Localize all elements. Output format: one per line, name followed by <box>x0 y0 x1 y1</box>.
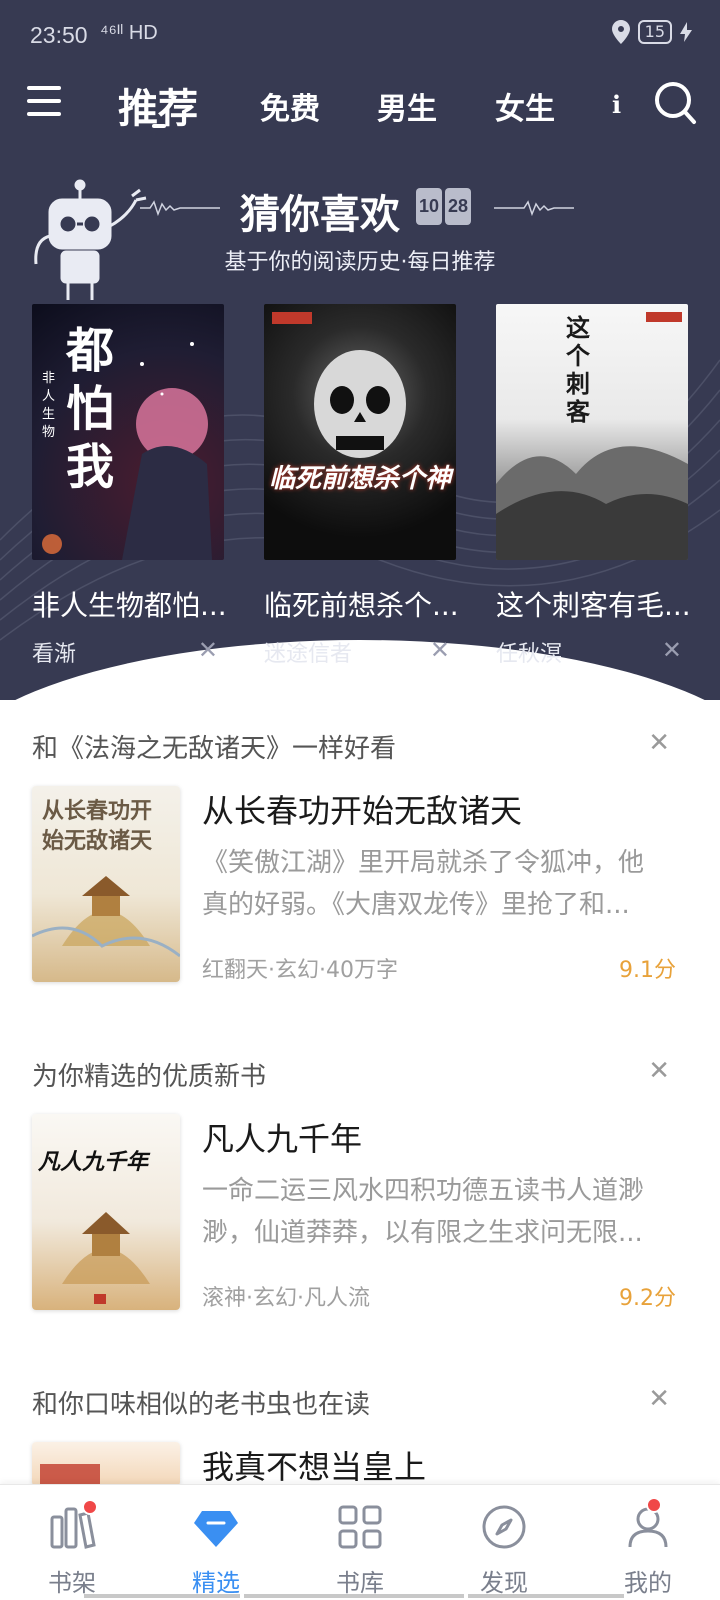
status-time: 23:50 <box>30 22 88 48</box>
book-title[interactable]: 我真不想当皇上 <box>202 1442 426 1488</box>
guess-book-card[interactable]: 这个刺客 这个刺客有毛... 任秋溟 ✕ <box>496 304 688 667</box>
book-cover[interactable]: 这个刺客 <box>496 304 688 560</box>
book-cover[interactable]: 临死前想杀个神 <box>264 304 456 560</box>
cover-art <box>42 342 212 560</box>
book-author: 迷途信者 <box>264 642 353 667</box>
cover-title: 从长春功开始无敌诸天 <box>42 798 153 854</box>
book-cover[interactable]: 从长春功开始无敌诸天 <box>32 786 180 982</box>
status-bar: 23:50 ⁴⁶ᴵˡ HD 15 <box>0 0 720 72</box>
book-author: 任秋溟 <box>496 642 563 667</box>
cover-title: 这个刺客 <box>566 313 590 426</box>
menu-icon[interactable] <box>27 86 61 118</box>
grid-icon <box>338 1505 382 1549</box>
cover-title: 都怕我 <box>66 323 115 495</box>
location-icon <box>611 20 630 44</box>
close-icon[interactable]: ✕ <box>648 728 670 758</box>
book-meta: 红翻天·玄幻·40万字 <box>202 958 398 983</box>
tab-label: 书库 <box>336 1569 384 1597</box>
tab-discover[interactable]: 发现 <box>432 1485 576 1600</box>
wave-right-icon <box>494 200 574 217</box>
book-meta: 滚神·玄幻·凡人流 <box>202 1286 370 1311</box>
top-nav: 推荐 免费 男生 女生 i <box>0 72 720 136</box>
section-header: 和你口味相似的老书虫也在读 <box>32 1390 371 1420</box>
book-cover[interactable]: 凡人九千年 <box>32 1114 180 1310</box>
book-author-row: 看渐 ✕ <box>32 636 224 667</box>
status-right: 15 <box>611 20 692 44</box>
book-cover[interactable] <box>32 1442 180 1486</box>
book-author-row: 迷途信者 ✕ <box>264 636 456 667</box>
section-header: 和《法海之无敌诸天》一样好看 <box>32 734 397 764</box>
search-icon[interactable] <box>653 80 697 126</box>
tab-label: 精选 <box>192 1569 240 1597</box>
tab-profile[interactable]: 我的 <box>576 1485 720 1600</box>
book-author-row: 任秋溟 ✕ <box>496 636 688 667</box>
book-cover[interactable]: 都怕我 非人生物 <box>32 304 224 560</box>
badge-dot <box>82 1499 98 1515</box>
section-header: 为你精选的优质新书 <box>32 1062 267 1092</box>
tab-featured[interactable]: 精选 <box>144 1485 288 1600</box>
close-icon[interactable]: ✕ <box>430 636 450 664</box>
book-description: 一命二运三风水四积功德五读书人道渺 渺，仙道莽莽，以有限之生求问无限... <box>202 1170 682 1254</box>
close-icon[interactable]: ✕ <box>198 636 218 664</box>
close-icon[interactable]: ✕ <box>662 636 682 664</box>
guess-book-card[interactable]: 临死前想杀个神 临死前想杀个... 迷途信者 ✕ <box>264 304 456 667</box>
book-score: 9.1分 <box>619 958 676 983</box>
tab-more[interactable]: i <box>612 90 621 119</box>
desc-line: 渺，仙道莽莽，以有限之生求问无限... <box>202 1218 643 1248</box>
tab-label: 我的 <box>624 1569 672 1597</box>
book-title[interactable]: 这个刺客有毛... <box>496 584 688 624</box>
close-icon[interactable]: ✕ <box>648 1056 670 1086</box>
tab-library[interactable]: 书库 <box>288 1485 432 1600</box>
close-icon[interactable]: ✕ <box>648 1384 670 1414</box>
cover-art <box>272 312 406 458</box>
home-indicator <box>468 1594 624 1598</box>
tab-label: 发现 <box>480 1569 528 1597</box>
desc-line: 真的好弱。《大唐双龙传》里抢了和... <box>202 890 630 920</box>
home-indicator <box>84 1594 240 1598</box>
guess-subtitle: 基于你的阅读历史·每日推荐 <box>224 250 496 275</box>
book-score: 9.2分 <box>619 1286 676 1311</box>
book-author: 看渐 <box>32 642 77 667</box>
badge-dot <box>646 1497 662 1513</box>
bottom-tab-bar: 书架 精选 书库 发现 我的 <box>0 1484 720 1600</box>
battery-indicator: 15 <box>637 20 672 44</box>
book-title[interactable]: 凡人九千年 <box>202 1114 362 1160</box>
desc-line: 一命二运三风水四积功德五读书人道渺 <box>202 1176 645 1206</box>
tab-bookshelf[interactable]: 书架 <box>0 1485 144 1600</box>
cover-title: 临死前想杀个神 <box>268 464 451 494</box>
diamond-icon <box>194 1511 238 1547</box>
date-month: 10 <box>416 188 443 225</box>
home-indicator <box>244 1594 464 1598</box>
tab-underline <box>152 124 166 128</box>
tab-label: 书架 <box>48 1569 96 1597</box>
book-title[interactable]: 从长春功开始无敌诸天 <box>202 786 522 832</box>
cover-title: 凡人九千年 <box>38 1149 149 1175</box>
book-title[interactable]: 临死前想杀个... <box>264 584 456 624</box>
charging-icon <box>680 22 692 42</box>
book-title[interactable]: 非人生物都怕... <box>32 584 224 624</box>
date-day: 28 <box>445 188 472 225</box>
tab-male[interactable]: 男生 <box>377 84 437 128</box>
cover-side-text: 非人生物 <box>42 371 56 440</box>
guess-title: 猜你喜欢 <box>240 191 400 238</box>
date-badge: 10 28 <box>416 188 472 225</box>
desc-line: 《笑傲江湖》里开局就杀了令狐冲，他 <box>202 848 645 878</box>
tab-female[interactable]: 女生 <box>495 84 555 128</box>
network-indicator: ⁴⁶ᴵˡ HD <box>100 22 158 44</box>
wave-left-icon <box>140 200 220 217</box>
book-description: 《笑傲江湖》里开局就杀了令狐冲，他 真的好弱。《大唐双龙传》里抢了和... <box>202 842 682 926</box>
guess-book-card[interactable]: 都怕我 非人生物 非人生物都怕... 看渐 ✕ <box>32 304 224 667</box>
compass-icon <box>482 1505 526 1549</box>
hero-section: 23:50 ⁴⁶ᴵˡ HD 15 推荐 免费 男生 女生 i 猜你喜欢 10 2… <box>0 0 720 700</box>
tab-free[interactable]: 免费 <box>260 84 320 128</box>
cover-art <box>40 1464 100 1484</box>
